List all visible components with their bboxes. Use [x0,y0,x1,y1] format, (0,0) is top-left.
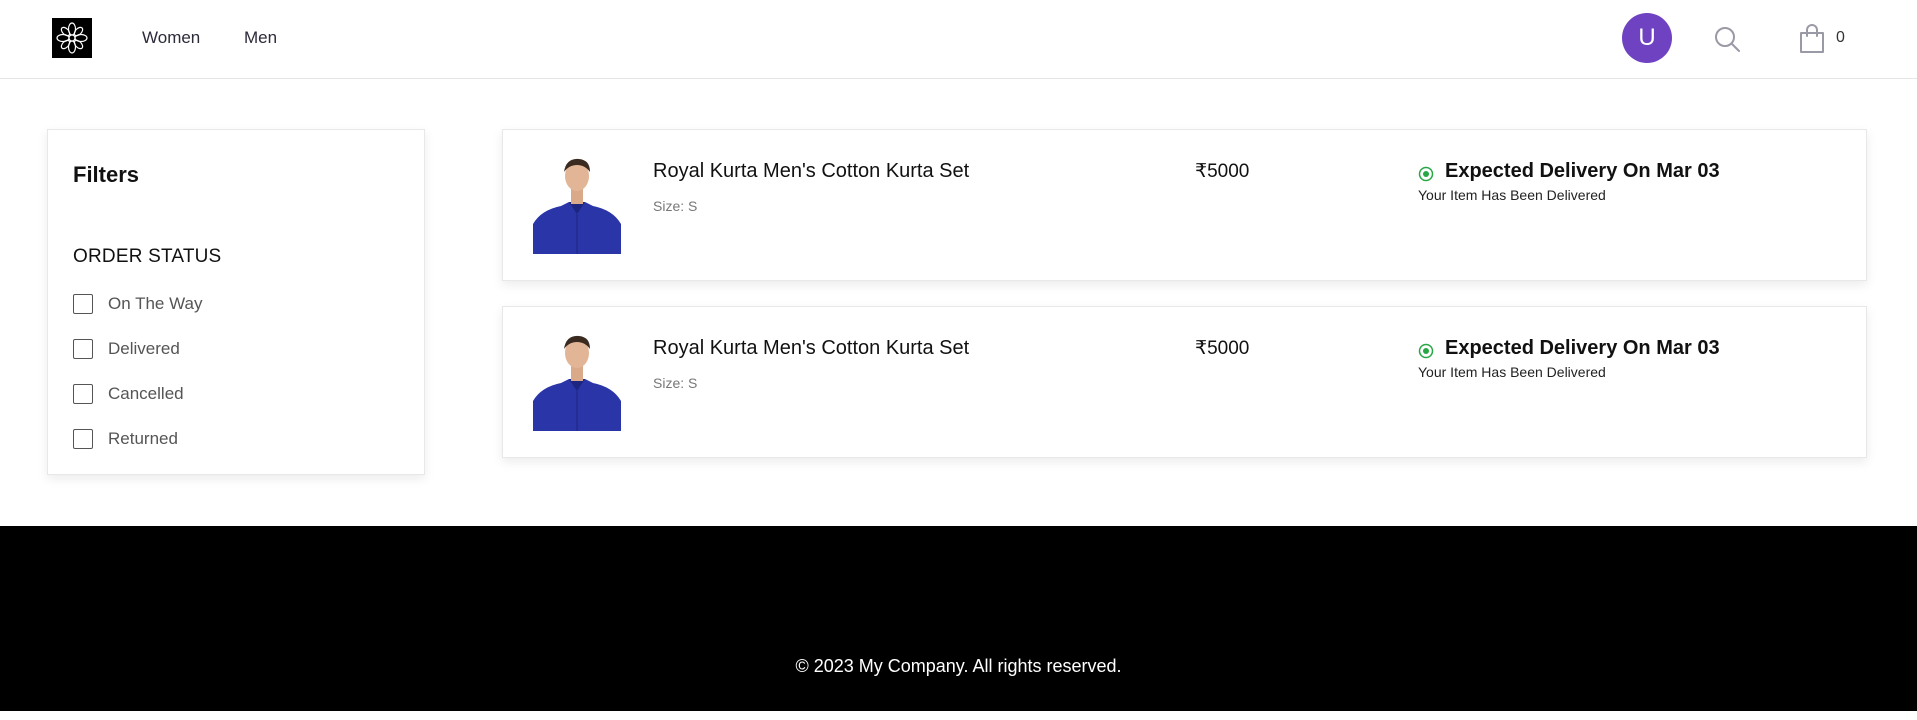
filter-option-cancelled[interactable]: Cancelled [73,382,184,406]
cart-button[interactable] [1798,24,1826,54]
nav-women-link[interactable]: Women [142,28,200,48]
checkbox[interactable] [73,294,93,314]
filter-option-on-the-way[interactable]: On The Way [73,292,202,316]
product-size: Size: S [653,198,698,214]
checkbox[interactable] [73,384,93,404]
filter-option-delivered[interactable]: Delivered [73,337,180,361]
filters-panel: Filters ORDER STATUS On The Way Delivere… [47,129,425,475]
delivery-status-subtitle: Your Item Has Been Delivered [1418,364,1606,380]
shopping-bag-icon [1800,24,1824,53]
search-button[interactable] [1712,24,1742,54]
order-card[interactable]: Royal Kurta Men's Cotton Kurta Set Size:… [502,129,1867,281]
flower-ornament-icon [56,22,88,54]
filter-label: Delivered [108,339,180,358]
delivery-status-subtitle: Your Item Has Been Delivered [1418,187,1606,203]
order-card[interactable]: Royal Kurta Men's Cotton Kurta Set Size:… [502,306,1867,458]
filter-label: On The Way [108,294,203,313]
product-image [533,152,621,254]
product-size: Size: S [653,375,698,391]
nav-men-link[interactable]: Men [244,28,277,48]
checkbox[interactable] [73,429,93,449]
filters-title: Filters [73,162,140,187]
product-photo-kurta [533,152,621,254]
site-header: Women Men U 0 [0,0,1917,79]
product-price: ₹5000 [1195,161,1250,182]
product-price: ₹5000 [1195,338,1250,359]
logo[interactable] [52,18,92,58]
product-image [533,329,621,431]
product-name: Royal Kurta Men's Cotton Kurta Set [653,160,970,182]
product-name: Royal Kurta Men's Cotton Kurta Set [653,337,970,359]
delivery-status-title: Expected Delivery On Mar 03 [1445,337,1720,359]
status-dot-icon [1418,166,1434,182]
delivery-status-title: Expected Delivery On Mar 03 [1445,160,1720,182]
product-photo-kurta [533,329,621,431]
avatar-initial: U [1638,24,1656,51]
cart-count: 0 [1836,29,1845,46]
user-avatar[interactable]: U [1622,13,1672,63]
filter-label: Cancelled [108,384,184,403]
checkbox[interactable] [73,339,93,359]
filter-option-returned[interactable]: Returned [73,427,178,451]
status-dot-icon [1418,343,1434,359]
search-icon [1715,27,1740,52]
site-footer: © 2023 My Company. All rights reserved. [0,526,1917,711]
footer-copyright: © 2023 My Company. All rights reserved. [795,656,1122,676]
order-status-heading: ORDER STATUS [73,246,222,267]
filter-label: Returned [108,429,178,448]
